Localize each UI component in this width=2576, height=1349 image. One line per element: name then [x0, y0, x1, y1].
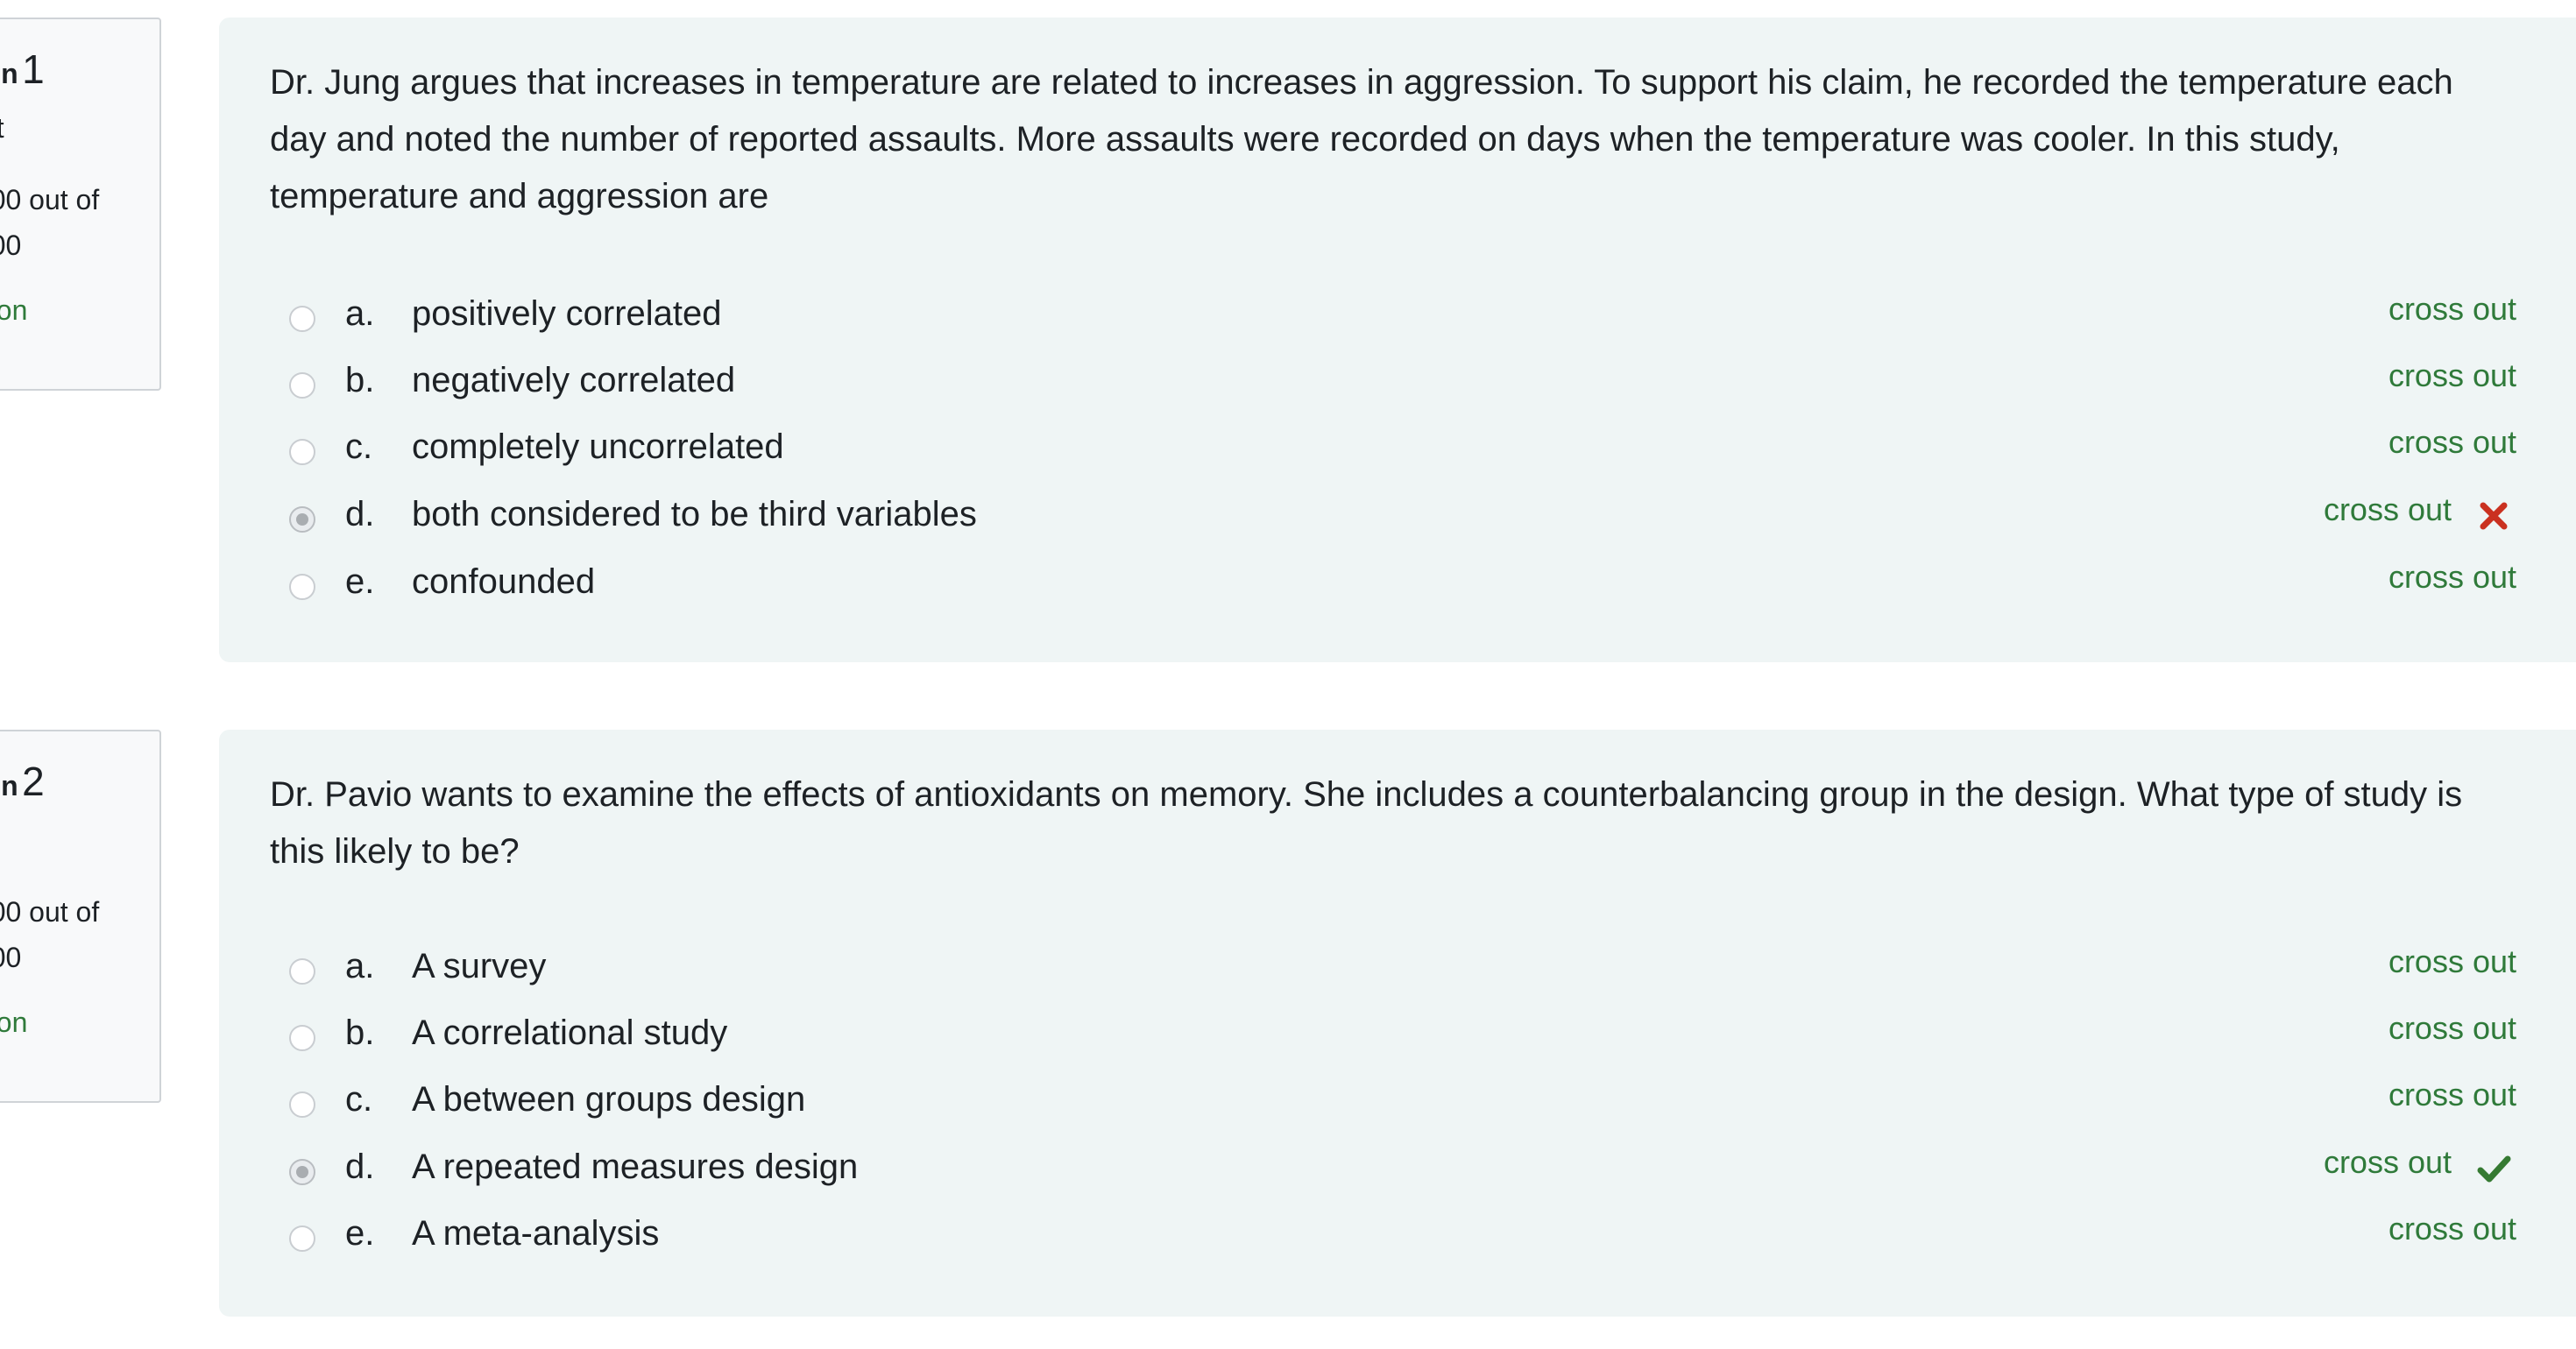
answer-letter: b. [345, 361, 375, 399]
answer-text[interactable]: A between groups design [412, 1080, 805, 1119]
cross-out-button[interactable]: cross out [2388, 943, 2516, 980]
answer-option-a[interactable]: a. positively correlated cross out [219, 291, 2576, 352]
answer-radio[interactable] [289, 1225, 315, 1252]
question-2: tion 2 ct 1.00 out of 1.00 g ion Dr. Pav… [0, 730, 2576, 1317]
answer-option-c[interactable]: c. completely uncorrelated cross out [219, 424, 2576, 485]
answer-text[interactable]: A survey [412, 947, 546, 986]
cross-out-button[interactable]: cross out [2388, 357, 2516, 394]
cross-out-button[interactable]: cross out [2388, 559, 2516, 596]
question-number-label: tion 2 [0, 758, 45, 805]
question-1: tion 1 ect 0.00 out of 1.00 g ion Dr. Ju… [0, 18, 2576, 662]
answer-option-e[interactable]: e. confounded cross out [219, 559, 2576, 620]
cross-out-button[interactable]: cross out [2324, 491, 2452, 528]
question-grade: 0.00 out of 1.00 [0, 184, 100, 261]
question-word: tion [0, 58, 18, 89]
answer-text[interactable]: completely uncorrelated [412, 427, 784, 467]
flag-question-link[interactable]: g ion [0, 287, 54, 333]
incorrect-x-icon [2480, 502, 2508, 530]
answer-letter: e. [345, 562, 375, 601]
cross-out-button[interactable]: cross out [2388, 1010, 2516, 1047]
question-content: Dr. Jung argues that increases in temper… [219, 18, 2576, 662]
cross-out-button[interactable]: cross out [2388, 1211, 2516, 1247]
answer-letter: c. [345, 427, 373, 466]
answer-radio[interactable] [289, 958, 315, 985]
answer-radio-selected[interactable] [289, 1159, 315, 1185]
cross-out-button[interactable]: cross out [2324, 1144, 2452, 1181]
answer-radio[interactable] [289, 1025, 315, 1051]
answer-option-e[interactable]: e. A meta-analysis cross out [219, 1211, 2576, 1272]
answer-text[interactable]: positively correlated [412, 294, 722, 334]
answer-option-b[interactable]: b. negatively correlated cross out [219, 357, 2576, 419]
answer-option-a[interactable]: a. A survey cross out [219, 943, 2576, 1005]
question-word: tion [0, 770, 18, 802]
question-state: ect [0, 112, 4, 144]
answer-text[interactable]: A correlational study [412, 1014, 727, 1053]
correct-check-icon [2477, 1155, 2511, 1183]
answer-text[interactable]: A repeated measures design [412, 1148, 858, 1187]
question-number: 2 [22, 759, 45, 804]
answer-text[interactable]: both considered to be third variables [412, 495, 977, 534]
answer-text[interactable]: negatively correlated [412, 361, 735, 400]
question-number: 1 [22, 46, 45, 92]
answer-radio-selected[interactable] [289, 506, 315, 533]
answer-letter: a. [345, 294, 375, 333]
cross-out-button[interactable]: cross out [2388, 291, 2516, 328]
answer-letter: d. [345, 495, 375, 533]
question-number-label: tion 1 [0, 46, 45, 93]
answer-option-b[interactable]: b. A correlational study cross out [219, 1010, 2576, 1071]
answer-option-d[interactable]: d. both considered to be third variables… [219, 491, 2576, 553]
flag-question-link[interactable]: g ion [0, 999, 54, 1045]
answer-option-c[interactable]: c. A between groups design cross out [219, 1077, 2576, 1138]
question-grade: 1.00 out of 1.00 [0, 896, 100, 973]
answer-text[interactable]: confounded [412, 562, 595, 602]
answer-letter: d. [345, 1148, 375, 1186]
cross-out-button[interactable]: cross out [2388, 424, 2516, 461]
answer-radio[interactable] [289, 372, 315, 399]
answer-letter: c. [345, 1080, 373, 1119]
question-text: Dr. Pavio wants to examine the effects o… [270, 775, 2463, 871]
question-info-panel: tion 1 ect 0.00 out of 1.00 g ion [0, 18, 161, 391]
answer-letter: b. [345, 1014, 375, 1052]
answer-radio[interactable] [289, 574, 315, 600]
answer-radio[interactable] [289, 1091, 315, 1118]
question-text: Dr. Jung argues that increases in temper… [270, 63, 2453, 215]
answer-radio[interactable] [289, 306, 315, 332]
answer-letter: a. [345, 947, 375, 985]
cross-out-button[interactable]: cross out [2388, 1077, 2516, 1113]
answer-option-d[interactable]: d. A repeated measures design cross out [219, 1144, 2576, 1205]
answer-text[interactable]: A meta-analysis [412, 1214, 659, 1254]
question-content: Dr. Pavio wants to examine the effects o… [219, 730, 2576, 1317]
answer-radio[interactable] [289, 439, 315, 465]
question-info-panel: tion 2 ct 1.00 out of 1.00 g ion [0, 730, 161, 1103]
answer-letter: e. [345, 1214, 375, 1253]
